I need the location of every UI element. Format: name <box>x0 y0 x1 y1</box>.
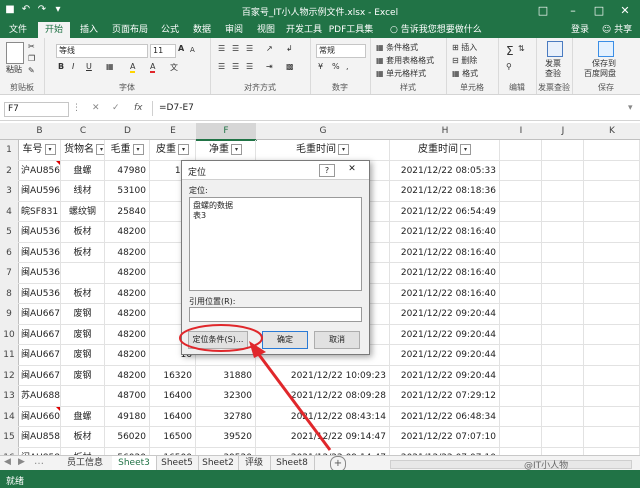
sheet-tab-bar: ◀ ▶ … 员工信息 Sheet3 Sheet5 Sheet2 评级 Sheet8 + @… <box>0 455 640 472</box>
sheet-tab[interactable]: Sheet8 <box>270 456 315 470</box>
more-sheets-icon[interactable]: … <box>34 456 44 467</box>
annotation-arrow-line <box>255 351 332 451</box>
scroll-left-icon[interactable]: ◀ <box>4 457 11 467</box>
horizontal-scrollbar[interactable] <box>390 460 632 469</box>
status-ready: 就绪 <box>6 477 25 487</box>
annotation-overlay <box>179 324 332 451</box>
sheet-tab[interactable]: Sheet5 <box>156 456 199 470</box>
sheet-tab[interactable]: 员工信息 <box>58 456 113 470</box>
highlight-circle <box>179 324 263 352</box>
scroll-right-icon[interactable]: ▶ <box>18 457 25 467</box>
status-bar: 就绪 <box>0 470 640 488</box>
sheet-tab[interactable]: 评级 <box>238 456 271 470</box>
sheet-tab[interactable]: Sheet2 <box>198 456 239 470</box>
